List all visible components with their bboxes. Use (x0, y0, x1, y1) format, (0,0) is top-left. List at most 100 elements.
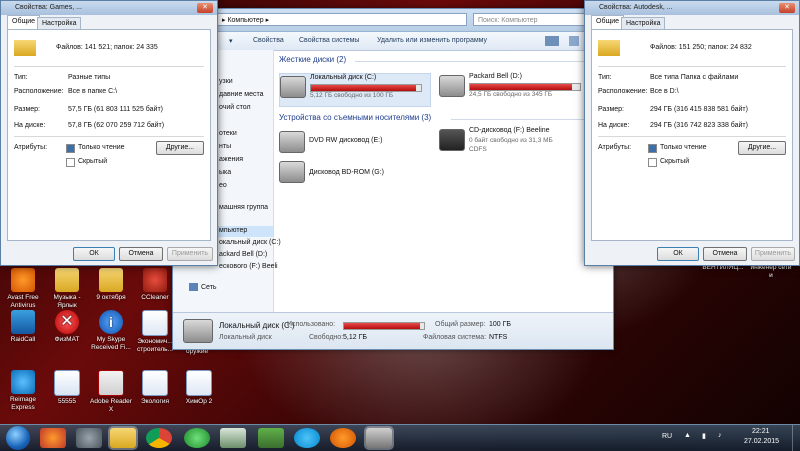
volume-icon[interactable]: ♪ (718, 432, 722, 439)
close-icon[interactable]: ✕ (197, 3, 213, 13)
app-window-icon[interactable] (220, 428, 246, 448)
nav-item-network[interactable]: Сеть (201, 284, 217, 291)
language-indicator[interactable]: RU (662, 433, 672, 440)
desktop-icon-raidcall[interactable]: RaidCall (0, 310, 46, 344)
nav-item[interactable]: отеки (219, 130, 237, 137)
nav-item-drive-c[interactable]: окальный диск (C:) (219, 239, 281, 246)
nav-item[interactable]: ыка (219, 169, 231, 176)
readonly-label: Только чтение (660, 144, 707, 151)
divider (598, 66, 786, 67)
show-desktop-button[interactable] (792, 425, 800, 451)
clock-time[interactable]: 22:21 (752, 428, 770, 435)
network-icon (189, 283, 198, 291)
nav-item[interactable]: очий стол (219, 104, 251, 111)
system-properties-button[interactable]: Свойства системы (299, 37, 359, 44)
desktop-icon-skype-received[interactable]: i My Skype Received Fi... (88, 310, 134, 352)
free-label: Свободно: (309, 334, 344, 341)
drive-free-space: 5,12 ГБ свободно из 100 ГБ (310, 92, 394, 99)
hard-disks-header[interactable]: Жесткие диски (2) (279, 55, 346, 64)
details-drive-name: Локальный диск (C:) (219, 321, 295, 330)
type-value: Все типа Папка с файлами (650, 74, 739, 81)
desktop-icon-ecology[interactable]: Экология (132, 370, 178, 406)
bd-drive-icon (279, 161, 305, 183)
icon-label: Экология (140, 398, 170, 405)
tray-expand-icon[interactable]: ▲ (684, 432, 691, 439)
green-app-icon[interactable] (184, 428, 210, 448)
media-player-icon[interactable] (40, 428, 66, 448)
bd-drive-g[interactable]: Дисковод BD-ROM (G:) (279, 159, 429, 185)
used-label: Использовано: (287, 321, 336, 328)
desktop-icon-reimage[interactable]: Reimage Express (0, 370, 46, 412)
drive-d-tile[interactable]: Packard Bell (D:) 24,5 ГБ свободно из 34… (439, 73, 589, 105)
hard-drive-icon (183, 319, 213, 343)
icon-label: CCleaner (141, 294, 169, 301)
cancel-button[interactable]: Отмена (119, 247, 163, 261)
skype-icon[interactable] (294, 428, 320, 448)
icon-label: Adobe Reader X (90, 398, 132, 413)
desktop-icon-network-engineer[interactable]: инженер сети и (748, 264, 794, 280)
nav-item[interactable]: нты (219, 143, 231, 150)
nav-item[interactable]: ажения (219, 156, 243, 163)
search-input[interactable]: Поиск: Компьютер (473, 13, 593, 26)
settings-gear-icon[interactable] (76, 428, 102, 448)
size-label: Размер: (14, 106, 41, 113)
advanced-button[interactable]: Другие... (156, 141, 204, 155)
explorer-folder-icon[interactable] (110, 428, 136, 448)
desktop-icon-adobe[interactable]: Adobe Reader X (88, 370, 134, 414)
nav-item[interactable]: узки (219, 78, 233, 85)
start-button[interactable] (6, 426, 30, 450)
readonly-checkbox[interactable] (648, 144, 657, 153)
chrome-icon[interactable] (146, 428, 172, 448)
nav-item[interactable]: ео (219, 182, 227, 189)
network-tray-icon[interactable]: ▮ (702, 432, 706, 440)
details-usage-fill (344, 323, 420, 329)
hidden-checkbox[interactable] (66, 158, 75, 167)
avast-icon[interactable] (330, 428, 356, 448)
ok-button[interactable]: ОК (73, 247, 115, 261)
properties-button[interactable]: Свойства (253, 37, 284, 44)
removable-devices-header[interactable]: Устройства со съемными носителями (3) (279, 113, 431, 122)
tab-general[interactable]: Общие (7, 15, 41, 30)
word-document-icon (186, 370, 212, 396)
tab-general[interactable]: Общие (591, 15, 625, 30)
nav-item-computer[interactable]: мпьютер (219, 227, 247, 234)
icon-label: Reimage Express (9, 396, 36, 411)
hidden-checkbox[interactable] (648, 158, 657, 167)
details-drive-type: Локальный диск (219, 334, 272, 341)
size-label: Размер: (598, 106, 625, 113)
nav-item-drive-d[interactable]: ackard Bell (D:) (219, 251, 267, 258)
view-options-icon[interactable] (545, 36, 559, 46)
nav-item[interactable]: давние места (219, 91, 264, 98)
desktop-icon-october[interactable]: 9 октября (88, 268, 134, 302)
ok-button[interactable]: ОК (657, 247, 699, 261)
drive-c-tile[interactable]: Локальный диск (C:) 5,12 ГБ свободно из … (279, 73, 431, 107)
cd-drive-f[interactable]: CD-дисковод (F:) Beeline 0 байт свободно… (439, 127, 599, 161)
minecraft-icon[interactable] (258, 428, 284, 448)
preview-pane-icon[interactable] (569, 36, 579, 46)
address-bar[interactable]: ▸ Компьютер ▸ (217, 13, 467, 26)
drive-name: CD-дисковод (F:) Beeline (469, 127, 550, 134)
desktop-icon-fizmat[interactable]: ✕ ФизМАТ (44, 310, 90, 344)
uninstall-program-button[interactable]: Удалить или изменить программу (377, 37, 487, 44)
apply-button[interactable]: Применить (751, 247, 795, 261)
adobe-reader-icon (98, 370, 124, 396)
clock-date[interactable]: 27.02.2015 (744, 438, 779, 445)
location-label: Расположение: (14, 88, 64, 95)
dialog-window-icon[interactable] (366, 428, 392, 448)
desktop-icon-music[interactable]: Музыка - Ярлык (44, 268, 90, 310)
apply-button[interactable]: Применить (167, 247, 213, 261)
nav-item-drive-f[interactable]: ескового (F:) Beeli (219, 263, 278, 270)
desktop-icon-avast[interactable]: Avast Free Antivirus (0, 268, 46, 310)
desktop-icon-himor[interactable]: ХимОр 2 (176, 370, 222, 406)
dvd-drive-e[interactable]: DVD RW дисковод (E:) (279, 129, 429, 155)
cancel-button[interactable]: Отмена (703, 247, 747, 261)
drive-name: Дисковод BD-ROM (G:) (309, 169, 384, 176)
organize-dropdown[interactable]: ▾ (229, 37, 233, 45)
advanced-button[interactable]: Другие... (738, 141, 786, 155)
close-icon[interactable]: ✕ (779, 3, 795, 13)
type-value: Разные типы (68, 74, 111, 81)
desktop-icon-55555[interactable]: 55555 (44, 370, 90, 406)
readonly-checkbox[interactable] (66, 144, 75, 153)
nav-item-homegroup[interactable]: машняя группа (219, 204, 268, 211)
properties-dialog-autodesk: Свойства: Autodesk, ... ✕ Общие Настройк… (584, 0, 800, 266)
